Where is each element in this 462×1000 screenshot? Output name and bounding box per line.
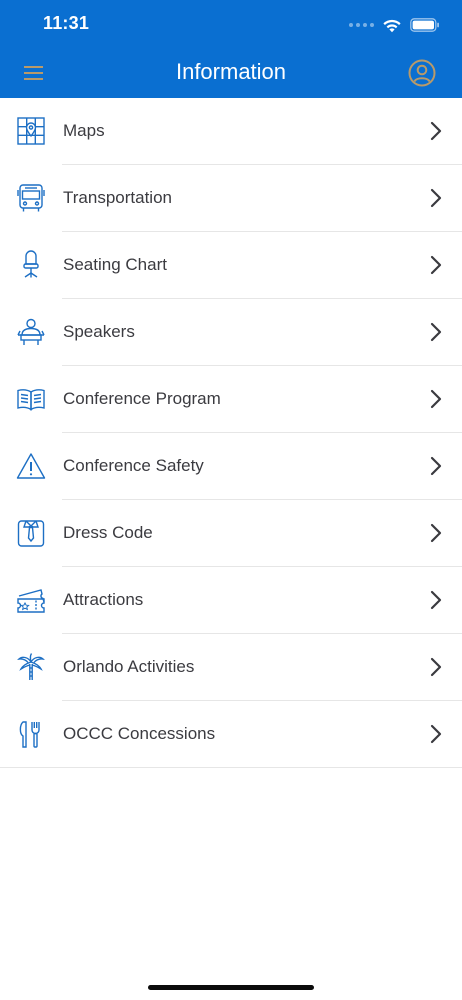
chair-icon bbox=[16, 250, 46, 280]
chevron-right-icon bbox=[430, 255, 442, 275]
header-bar: 11:31 Information bbox=[0, 0, 462, 98]
battery-icon bbox=[410, 18, 439, 32]
status-indicators bbox=[349, 13, 440, 37]
home-indicator[interactable] bbox=[148, 985, 314, 990]
map-icon bbox=[16, 116, 46, 146]
palm-tree-icon bbox=[16, 652, 46, 682]
chevron-right-icon bbox=[430, 389, 442, 409]
list-item-conference-safety[interactable]: Conference Safety bbox=[0, 433, 462, 500]
speaker-podium-icon bbox=[16, 317, 46, 347]
list-item-attractions[interactable]: Attractions bbox=[0, 567, 462, 634]
list-item-label: Conference Program bbox=[63, 389, 221, 408]
list-item-speakers[interactable]: Speakers bbox=[0, 299, 462, 366]
list-item-label: Maps bbox=[63, 121, 105, 140]
chevron-right-icon bbox=[430, 121, 442, 141]
list-item-dress-code[interactable]: Dress Code bbox=[0, 500, 462, 567]
ticket-icon bbox=[16, 585, 46, 615]
cellular-signal-icon bbox=[349, 23, 374, 27]
chevron-right-icon bbox=[430, 657, 442, 677]
information-list: Maps Transportation Seating Chart Speake… bbox=[0, 98, 462, 768]
fork-knife-icon bbox=[16, 719, 46, 749]
chevron-right-icon bbox=[430, 456, 442, 476]
warning-triangle-icon bbox=[16, 451, 46, 481]
list-item-transportation[interactable]: Transportation bbox=[0, 165, 462, 232]
list-item-label: Transportation bbox=[63, 188, 172, 207]
chevron-right-icon bbox=[430, 322, 442, 342]
list-item-label: Orlando Activities bbox=[63, 657, 195, 676]
wifi-icon bbox=[383, 19, 401, 32]
list-item-label: Speakers bbox=[63, 322, 135, 341]
list-item-occc-concessions[interactable]: OCCC Concessions bbox=[0, 701, 462, 768]
bus-icon bbox=[16, 183, 46, 213]
list-item-seating-chart[interactable]: Seating Chart bbox=[0, 232, 462, 299]
list-item-label: OCCC Concessions bbox=[63, 724, 216, 743]
user-profile-icon bbox=[408, 59, 436, 87]
list-item-conference-program[interactable]: Conference Program bbox=[0, 366, 462, 433]
list-item-label: Conference Safety bbox=[63, 456, 204, 475]
chevron-right-icon bbox=[430, 523, 442, 543]
list-item-label: Dress Code bbox=[63, 523, 153, 542]
chevron-right-icon bbox=[430, 590, 442, 610]
chevron-right-icon bbox=[430, 188, 442, 208]
page-title: Information bbox=[175, 59, 287, 84]
profile-button[interactable] bbox=[408, 59, 436, 87]
list-item-orlando-activities[interactable]: Orlando Activities bbox=[0, 634, 462, 701]
navigation-bar: Information bbox=[0, 50, 462, 96]
list-item-label: Attractions bbox=[63, 590, 144, 609]
status-time: 11:31 bbox=[43, 13, 90, 33]
shirt-tie-icon bbox=[16, 518, 46, 548]
information-screen: 11:31 Information Maps Transportation Se… bbox=[0, 0, 462, 1000]
chevron-right-icon bbox=[430, 724, 442, 744]
open-book-icon bbox=[16, 384, 46, 414]
list-item-label: Seating Chart bbox=[63, 255, 167, 274]
list-item-maps[interactable]: Maps bbox=[0, 98, 462, 165]
